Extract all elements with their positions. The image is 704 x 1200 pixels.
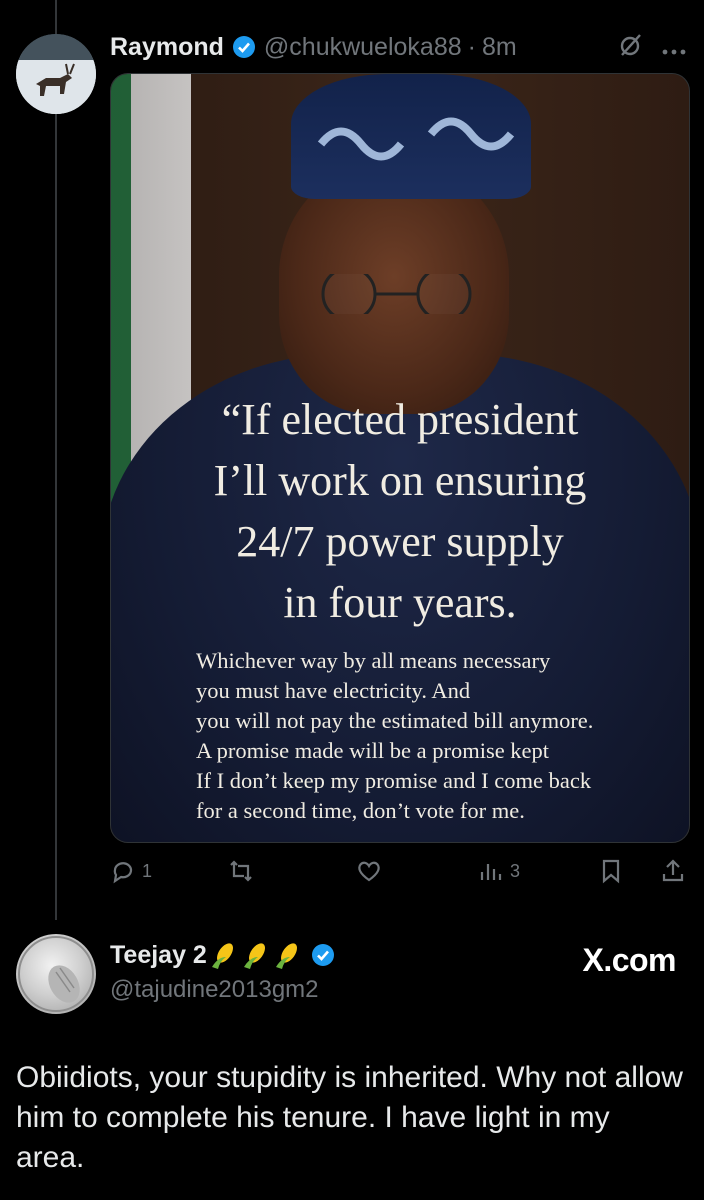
- views-icon: [480, 864, 502, 880]
- verified-badge-icon: [311, 943, 335, 967]
- avatar-raymond[interactable]: [16, 34, 96, 114]
- like-button[interactable]: [356, 858, 382, 884]
- reply-text: Obiidiots, your stupidity is inherited. …: [16, 1061, 683, 1174]
- bookmark-icon: [602, 859, 620, 884]
- reply-icon: [113, 862, 133, 884]
- reply-author-name[interactable]: Teejay 2: [110, 941, 207, 970]
- header-actions: [618, 32, 686, 65]
- quote-headline-line: “If elected president: [221, 395, 579, 444]
- portrait-glasses: [321, 274, 472, 314]
- quote-body-line: you must have electricity. And: [196, 678, 471, 703]
- time-separator: ·: [467, 32, 476, 61]
- reply-header: Teejay 2: [110, 940, 343, 970]
- quote-body: Whichever way by all means necessary you…: [196, 646, 666, 826]
- quote-headline-line: in four years.: [283, 578, 517, 627]
- quote-body-line: you will not pay the estimated bill anym…: [196, 708, 594, 733]
- retweet-icon: [230, 860, 252, 882]
- bookmark-button[interactable]: [598, 858, 624, 884]
- grok-icon[interactable]: [618, 32, 644, 65]
- x-com-watermark: X.com: [582, 942, 676, 978]
- retweet-button[interactable]: [228, 858, 254, 884]
- share-icon: [662, 859, 684, 882]
- share-button[interactable]: [660, 858, 686, 884]
- author-handle[interactable]: @chukwueloka88: [264, 33, 462, 62]
- corn-emoji-icon: [273, 940, 303, 970]
- verified-badge-icon: [232, 35, 256, 59]
- portrait-cap: [291, 74, 531, 199]
- reply-author-handle[interactable]: @tajudine2013gm2: [110, 976, 319, 1004]
- corn-emoji-icon: [241, 940, 271, 970]
- quote-body-line: Whichever way by all means necessary: [196, 648, 551, 673]
- corn-emoji-icon: [209, 940, 239, 970]
- author-name[interactable]: Raymond: [110, 33, 224, 62]
- views-button[interactable]: 3: [478, 858, 520, 884]
- tweet-time[interactable]: 8m: [482, 33, 517, 62]
- like-icon: [358, 861, 380, 882]
- tweet-header: Raymond @chukwueloka88 · 8m: [110, 32, 684, 62]
- quote-headline-line: I’ll work on ensuring: [213, 456, 587, 505]
- quote-body-line: A promise made will be a promise kept: [196, 738, 550, 763]
- tweet-image[interactable]: “If elected president I’ll work on ensur…: [110, 73, 690, 843]
- quote-headline-line: 24/7 power supply: [236, 517, 564, 566]
- thread-connector-line: [55, 0, 57, 920]
- tweet-action-bar: 1 3: [110, 858, 688, 894]
- quote-body-line: for a second time, don’t vote for me.: [196, 798, 525, 823]
- views-count: 3: [510, 860, 521, 881]
- reply-count: 1: [142, 860, 153, 881]
- quote-body-line: If I don’t keep my promise and I come ba…: [196, 768, 592, 793]
- avatar-teejay[interactable]: [16, 934, 96, 1014]
- reply-button[interactable]: 1: [110, 858, 152, 884]
- quote-headline: “If elected president I’ll work on ensur…: [151, 389, 649, 633]
- more-icon[interactable]: [662, 35, 686, 63]
